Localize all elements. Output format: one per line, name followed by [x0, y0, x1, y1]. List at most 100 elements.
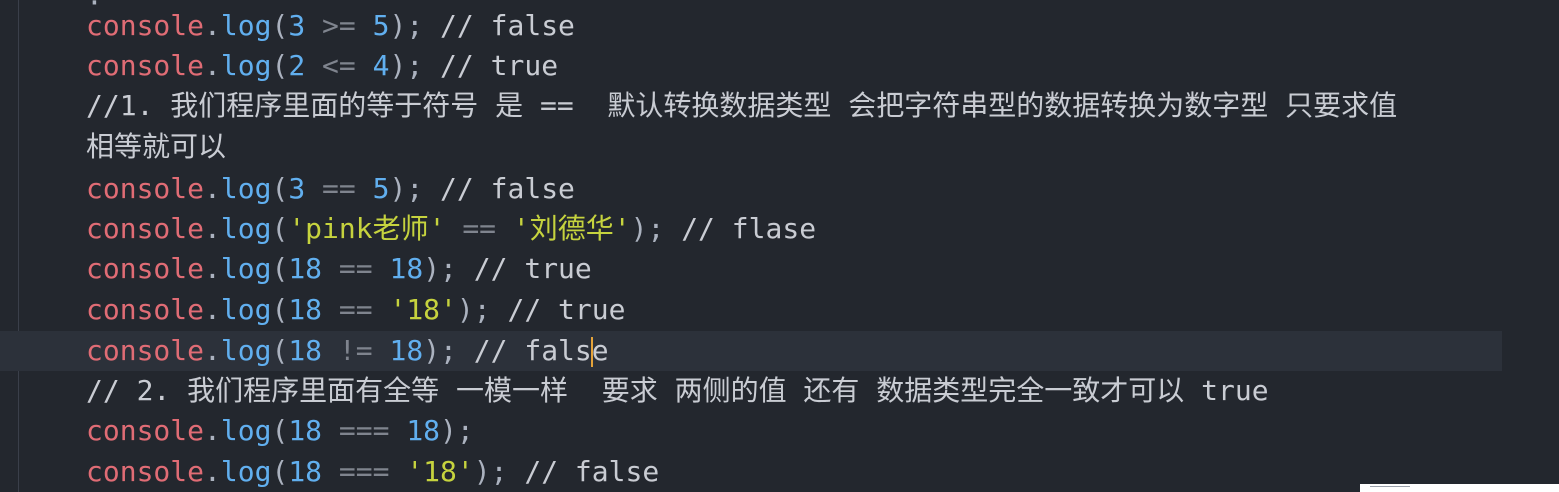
number-token: 18	[288, 414, 323, 447]
comment-token: // false	[524, 455, 660, 488]
comment-token: // 2. 我们程序里面有全等 一模一样 要求 两侧的值 还有 数据类型完全一致…	[86, 374, 1269, 407]
code-line-content: console.log(18 === 18);	[86, 411, 474, 451]
operator-token: ===	[338, 414, 390, 447]
punctuation-token	[356, 9, 373, 42]
punctuation-token	[322, 414, 339, 447]
identifier-token: console	[86, 9, 205, 42]
number-token: 2	[288, 49, 306, 82]
code-line-active[interactable]: console.log(18 != 18); // false	[0, 331, 1502, 371]
number-token: 18	[288, 334, 323, 367]
code-line-content: // 2. 我们程序里面有全等 一模一样 要求 两侧的值 还有 数据类型完全一致…	[86, 371, 1269, 411]
comment-token: // fals	[473, 334, 592, 367]
number-token: 4	[372, 49, 390, 82]
punctuation-token	[356, 49, 373, 82]
function-token: log	[220, 252, 272, 285]
number-token: 5	[372, 9, 390, 42]
code-line-content: console.log('pink老师' == '刘德华'); // flase	[86, 209, 816, 249]
number-token: 18	[389, 252, 424, 285]
punctuation-token: .	[204, 49, 221, 82]
code-line[interactable]: console.log(18 == '18'); // true	[0, 290, 1559, 330]
code-line[interactable]: console.log(2 <= 4); // true	[0, 46, 1559, 86]
code-line[interactable]: //1. 我们程序里面的等于符号 是 == 默认转换数据类型 会把字符串型的数据…	[0, 86, 1559, 126]
punctuation-token: );	[440, 414, 474, 447]
punctuation-token	[373, 334, 390, 367]
operator-token: ==	[338, 252, 373, 285]
punctuation-token	[445, 212, 462, 245]
punctuation-token	[356, 172, 373, 205]
number-token: 3	[288, 9, 306, 42]
comment-token: // flase	[681, 212, 817, 245]
punctuation-token: (	[271, 172, 289, 205]
identifier-token: console	[86, 293, 205, 326]
code-line[interactable]: console.log(3 == 5); // false	[0, 169, 1559, 209]
punctuation-token: (	[271, 49, 289, 82]
punctuation-token	[305, 9, 322, 42]
punctuation-token: );	[389, 172, 441, 205]
identifier-token: console	[86, 252, 205, 285]
punctuation-token: );	[389, 9, 441, 42]
function-token: log	[220, 212, 272, 245]
punctuation-token: .	[204, 9, 221, 42]
operator-token: ===	[338, 455, 390, 488]
operator-token: ==	[462, 212, 497, 245]
identifier-token: console	[86, 212, 205, 245]
code-line-content: console.log(3 >= 5); // false	[86, 6, 575, 46]
code-line-content: //1. 我们程序里面的等于符号 是 == 默认转换数据类型 会把字符串型的数据…	[86, 86, 1397, 126]
function-token: log	[220, 334, 272, 367]
number-token: 18	[288, 455, 323, 488]
code-line[interactable]: // 2. 我们程序里面有全等 一模一样 要求 两侧的值 还有 数据类型完全一致…	[0, 371, 1559, 411]
code-editor[interactable]: · console.log(3 >= 5); // false console.l…	[0, 0, 1559, 492]
code-line[interactable]: console.log('pink老师' == '刘德华'); // flase	[0, 209, 1559, 249]
punctuation-token	[322, 252, 339, 285]
code-line-content: console.log(18 == '18'); // true	[86, 290, 626, 330]
operator-token: >=	[322, 9, 356, 42]
operator-token: ==	[322, 172, 356, 205]
punctuation-token: .	[204, 414, 221, 447]
code-line[interactable]: console.log(3 >= 5); // false	[0, 6, 1559, 46]
identifier-token: console	[86, 455, 205, 488]
punctuation-token: .	[204, 455, 221, 488]
string-token: '18'	[406, 455, 474, 488]
punctuation-token: .	[204, 252, 221, 285]
comment-token: e	[591, 334, 609, 367]
punctuation-token	[373, 293, 390, 326]
punctuation-token: (	[271, 212, 289, 245]
code-line-content: 相等就可以	[86, 127, 226, 167]
identifier-token: console	[86, 414, 205, 447]
punctuation-token: (	[271, 293, 289, 326]
function-token: log	[220, 293, 272, 326]
punctuation-token	[389, 455, 406, 488]
function-token: log	[220, 172, 272, 205]
function-token: log	[220, 455, 272, 488]
comment-token: 相等就可以	[86, 130, 227, 163]
punctuation-token: (	[271, 334, 289, 367]
code-line[interactable]: console.log(18 == 18); // true	[0, 249, 1559, 289]
punctuation-token: (	[271, 9, 289, 42]
clipped-previous-line: ·	[86, 0, 103, 19]
punctuation-token: (	[271, 252, 289, 285]
punctuation-token: );	[456, 293, 508, 326]
code-line-content: console.log(18 == 18); // true	[86, 249, 592, 289]
punctuation-token: );	[389, 49, 441, 82]
comment-token: //1. 我们程序里面的等于符号 是 == 默认转换数据类型 会把字符串型的数据…	[86, 89, 1398, 122]
number-token: 3	[288, 172, 306, 205]
code-line[interactable]: console.log(18 === 18);	[0, 411, 1559, 451]
code-line[interactable]: 相等就可以	[0, 127, 1559, 167]
punctuation-token: .	[204, 172, 221, 205]
punctuation-token	[322, 293, 339, 326]
comment-token: // true	[473, 252, 592, 285]
identifier-token: console	[86, 334, 205, 367]
operator-token: <=	[322, 49, 356, 82]
punctuation-token: (	[271, 414, 289, 447]
punctuation-token	[322, 334, 339, 367]
punctuation-token: );	[473, 455, 525, 488]
code-line[interactable]: console.log(18 === '18'); // false	[0, 452, 1559, 492]
punctuation-token: .	[204, 293, 221, 326]
punctuation-token: );	[423, 252, 474, 285]
number-token: 18	[288, 252, 323, 285]
comment-token: // true	[507, 293, 626, 326]
punctuation-token	[496, 212, 513, 245]
punctuation-token: (	[271, 455, 289, 488]
number-token: 18	[389, 334, 424, 367]
punctuation-token: );	[423, 334, 474, 367]
